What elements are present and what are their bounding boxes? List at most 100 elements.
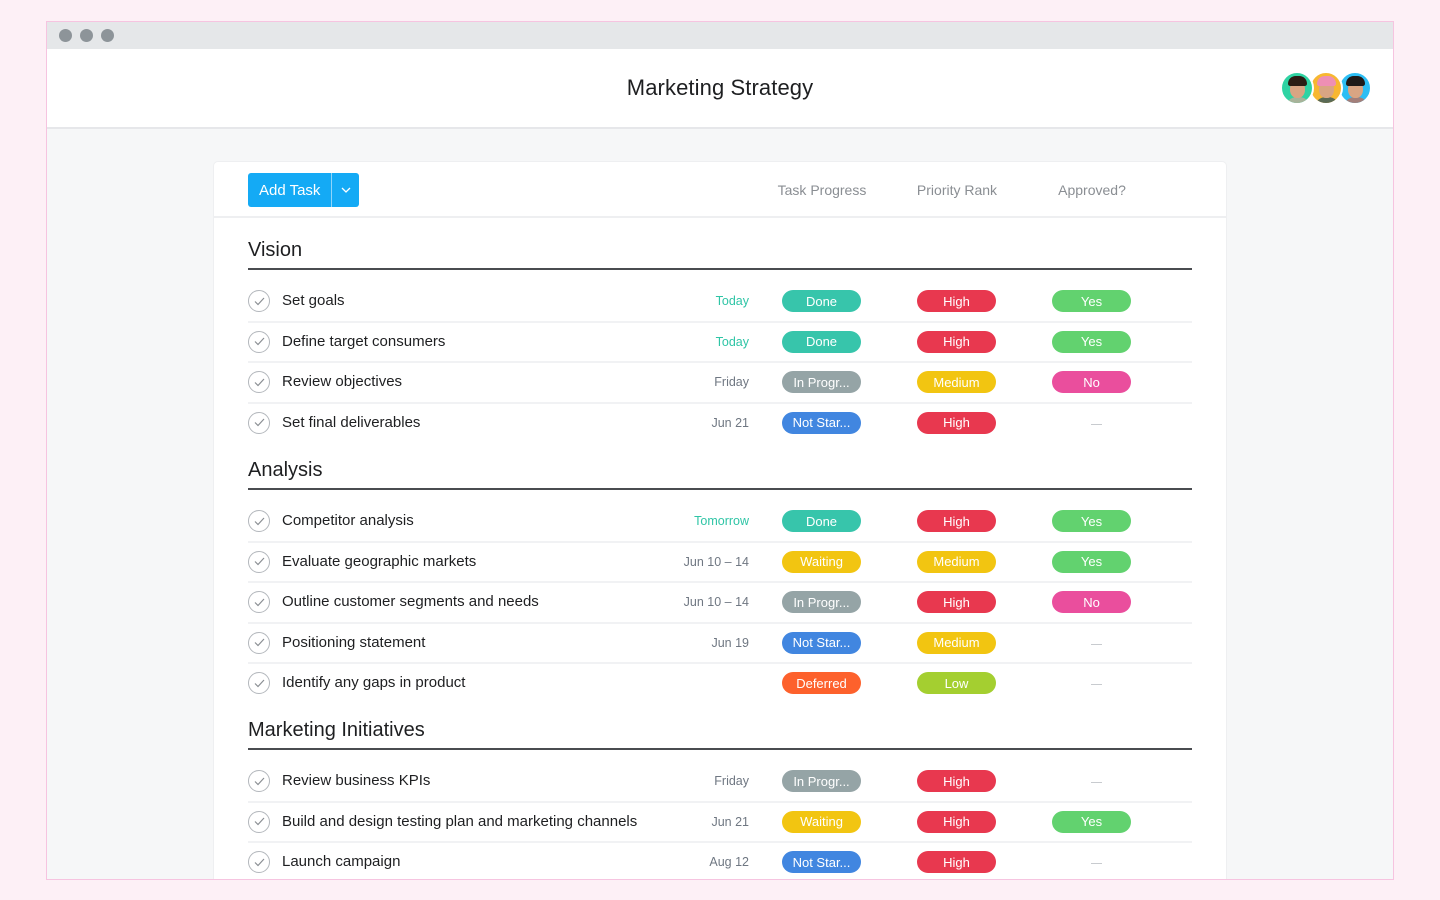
priority-rank-pill[interactable]: High [917, 411, 996, 434]
team-avatars[interactable] [1280, 71, 1372, 105]
priority-rank-pill[interactable]: Medium [917, 631, 996, 654]
add-task-dropdown-button[interactable] [332, 173, 360, 207]
due-date[interactable]: Friday [714, 774, 749, 788]
priority-rank-pill[interactable]: High [917, 591, 996, 613]
task-name[interactable]: Competitor analysis [282, 512, 414, 529]
due-date[interactable]: Jun 10 – 14 [684, 555, 749, 569]
column-header-priority-rank[interactable]: Priority Rank [892, 182, 1022, 198]
task-progress-pill[interactable]: Not Star... [782, 411, 861, 434]
task-row[interactable]: Positioning statement Jun 19 Not Star... Me… [248, 624, 1192, 664]
due-date[interactable]: Jun 10 – 14 [684, 595, 749, 609]
task-name[interactable]: Positioning statement [282, 634, 425, 651]
task-row[interactable]: Outline customer segments and needs Jun 1… [248, 583, 1192, 624]
task-progress-pill[interactable]: In Progr... [782, 770, 861, 792]
add-task-button[interactable]: Add Task [248, 173, 333, 207]
task-row[interactable]: Define target consumers Today Done High Yes [248, 323, 1192, 363]
priority-rank-pill[interactable]: High [917, 510, 996, 532]
task-row[interactable]: Launch campaign Aug 12 Not Star... High [248, 843, 1192, 879]
priority-rank-pill[interactable]: High [917, 330, 996, 353]
approved-pill[interactable]: No [1052, 371, 1131, 393]
priority-rank-pill[interactable]: Low [917, 672, 996, 694]
approved-pill[interactable]: Yes [1052, 330, 1131, 353]
task-progress-pill[interactable]: Not Star... [782, 631, 861, 654]
complete-task-checkbox[interactable] [248, 631, 270, 654]
complete-task-checkbox[interactable] [248, 371, 270, 393]
task-progress-pill[interactable]: Waiting [782, 550, 861, 573]
task-name[interactable]: Evaluate geographic markets [282, 553, 476, 570]
approved-empty-field[interactable] [1091, 643, 1102, 645]
task-progress-pill[interactable]: Waiting [782, 810, 861, 833]
avatar[interactable] [1338, 71, 1372, 105]
priority-rank-pill[interactable]: Medium [917, 550, 996, 573]
task-progress-pill[interactable]: Done [782, 330, 861, 353]
task-progress-pill[interactable]: Done [782, 290, 861, 312]
task-name[interactable]: Define target consumers [282, 333, 445, 350]
avatar-hair [1288, 76, 1307, 86]
approved-empty-field[interactable] [1091, 782, 1102, 783]
complete-task-checkbox[interactable] [248, 411, 270, 434]
section-title[interactable]: Analysis [248, 455, 1192, 490]
task-progress-pill[interactable]: Done [782, 510, 861, 532]
due-date[interactable]: Tomorrow [694, 514, 749, 528]
window-maximize-dot[interactable] [101, 29, 114, 42]
due-date[interactable]: Jun 19 [711, 636, 749, 650]
task-row[interactable]: Review business KPIs Friday In Progr... Hig… [248, 762, 1192, 803]
complete-task-checkbox[interactable] [248, 290, 270, 312]
due-date[interactable]: Friday [714, 375, 749, 389]
task-progress-pill[interactable]: Not Star... [782, 851, 861, 873]
approved-empty-field[interactable] [1091, 863, 1102, 864]
task-row[interactable]: Identify any gaps in product Deferred Low [248, 664, 1192, 705]
approved-pill[interactable]: Yes [1052, 810, 1131, 833]
complete-task-checkbox[interactable] [248, 510, 270, 532]
task-row[interactable]: Set final deliverables Jun 21 Not Star... H… [248, 404, 1192, 445]
column-header-approved[interactable]: Approved? [1027, 182, 1157, 198]
priority-rank-pill[interactable]: High [917, 770, 996, 792]
task-row[interactable]: Set goals Today Done High Yes [248, 282, 1192, 323]
task-name[interactable]: Set final deliverables [282, 414, 420, 431]
priority-rank-pill[interactable]: High [917, 810, 996, 833]
priority-rank-pill[interactable]: Medium [917, 371, 996, 393]
due-date[interactable]: Jun 21 [711, 815, 749, 829]
priority-rank-pill[interactable]: High [917, 851, 996, 873]
due-date[interactable]: Aug 12 [709, 855, 749, 869]
task-row[interactable]: Build and design testing plan and market… [248, 803, 1192, 843]
complete-task-checkbox[interactable] [248, 770, 270, 792]
task-name[interactable]: Launch campaign [282, 853, 400, 870]
task-list-card: Add Task Task Progress Priority Rank App… [214, 162, 1226, 879]
complete-task-checkbox[interactable] [248, 550, 270, 573]
approved-pill[interactable]: Yes [1052, 290, 1131, 312]
due-date[interactable]: Today [716, 294, 749, 308]
task-name[interactable]: Set goals [282, 292, 345, 309]
task-name[interactable]: Build and design testing plan and market… [282, 813, 637, 830]
due-date[interactable]: Jun 21 [711, 416, 749, 430]
task-name[interactable]: Review business KPIs [282, 772, 430, 789]
approved-empty-field[interactable] [1091, 423, 1102, 425]
task-row[interactable]: Competitor analysis Tomorrow Done High Yes [248, 502, 1192, 543]
task-row[interactable]: Evaluate geographic markets Jun 10 – 14 Wa… [248, 543, 1192, 583]
approved-pill[interactable]: Yes [1052, 550, 1131, 573]
priority-rank-pill[interactable]: High [917, 290, 996, 312]
task-progress-pill[interactable]: In Progr... [782, 591, 861, 613]
complete-task-checkbox[interactable] [248, 591, 270, 613]
task-name[interactable]: Outline customer segments and needs [282, 593, 539, 610]
window-minimize-dot[interactable] [80, 29, 93, 42]
complete-task-checkbox[interactable] [248, 330, 270, 353]
task-progress-pill[interactable]: In Progr... [782, 371, 861, 393]
approved-empty-field[interactable] [1091, 684, 1102, 685]
window-close-dot[interactable] [59, 29, 72, 42]
task-row[interactable]: Review objectives Friday In Progr... Medium… [248, 363, 1192, 404]
approved-pill[interactable]: No [1052, 591, 1131, 613]
complete-task-checkbox[interactable] [248, 810, 270, 833]
complete-task-checkbox[interactable] [248, 672, 270, 694]
complete-task-checkbox[interactable] [248, 851, 270, 873]
column-header-task-progress[interactable]: Task Progress [757, 182, 887, 198]
task-name[interactable]: Review objectives [282, 373, 402, 390]
section-title[interactable]: Vision [248, 235, 1192, 270]
task-progress-pill[interactable]: Deferred [782, 672, 861, 694]
avatar[interactable] [1309, 71, 1343, 105]
approved-pill[interactable]: Yes [1052, 510, 1131, 532]
section-title[interactable]: Marketing Initiatives [248, 715, 1192, 750]
task-name[interactable]: Identify any gaps in product [282, 674, 465, 691]
due-date[interactable]: Today [716, 335, 749, 349]
avatar[interactable] [1280, 71, 1314, 105]
